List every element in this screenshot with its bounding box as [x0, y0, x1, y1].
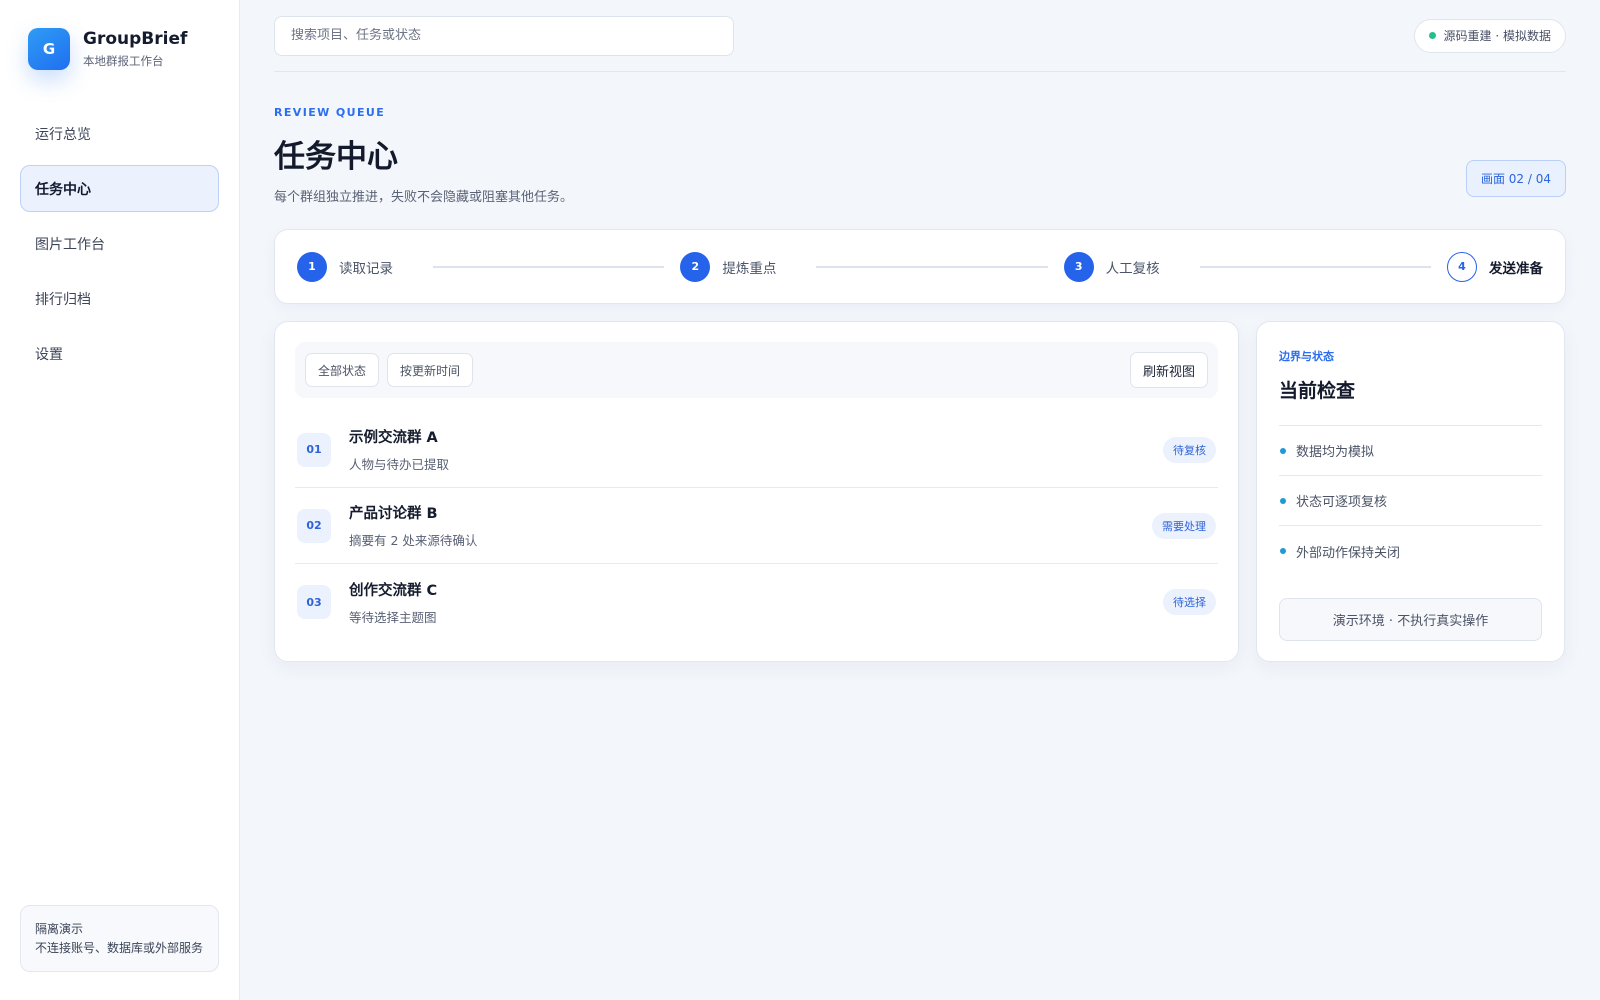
- bullet-dot-icon: [1280, 548, 1286, 554]
- task-subtitle: 等待选择主题图: [349, 609, 437, 625]
- task-subtitle: 摘要有 2 处来源待确认: [349, 533, 478, 548]
- step-connector: [433, 265, 665, 268]
- step-manual-review: 3 人工复核: [1063, 251, 1160, 282]
- sidebar-item-label: 运行总览: [35, 126, 91, 143]
- task-list: 01 示例交流群 A 人物与待办已提取 待复核 02 产品讨论群 B 摘要有 2…: [295, 412, 1218, 640]
- task-text: 产品讨论群 B 摘要有 2 处来源待确认: [349, 502, 1152, 549]
- isolation-notice-text: 不连接账号、数据库或外部服务: [35, 941, 204, 955]
- page-eyebrow: REVIEW QUEUE: [274, 106, 386, 119]
- filter-all-status[interactable]: 全部状态: [305, 353, 380, 387]
- step-label: 提炼重点: [722, 260, 777, 277]
- sidebar-item-label: 图片工作台: [35, 236, 105, 253]
- step-label: 读取记录: [339, 260, 393, 277]
- check-item-label: 外部动作保持关闭: [1296, 545, 1401, 561]
- demo-environment-notice: 演示环境 · 不执行真实操作: [1279, 598, 1542, 641]
- sidebar-item-overview[interactable]: 运行总览: [20, 110, 219, 157]
- task-row[interactable]: 01 示例交流群 A 人物与待办已提取 待复核: [295, 412, 1218, 488]
- step-read-records: 1 读取记录: [297, 251, 393, 282]
- task-index: 03: [297, 585, 331, 619]
- topbar: 源码重建 · 模拟数据: [274, 0, 1566, 72]
- isolation-notice: 隔离演示 不连接账号、数据库或外部服务: [20, 905, 219, 972]
- sidebar-item-image-workbench[interactable]: 图片工作台: [20, 220, 219, 267]
- brand-subtitle: 本地群报工作台: [83, 54, 164, 68]
- page-title: 任务中心: [274, 139, 398, 175]
- sidebar-item-label: 排行归档: [35, 291, 91, 308]
- check-item-label: 状态可逐项复核: [1296, 495, 1388, 510]
- check-item-label: 数据均为模拟: [1296, 445, 1375, 460]
- step-connector: [1199, 265, 1431, 268]
- bullet-dot-icon: [1280, 447, 1286, 454]
- task-text: 创作交流群 C 等待选择主题图: [349, 579, 1163, 626]
- sidebar-item-ranking-archive[interactable]: 排行归档: [20, 275, 219, 322]
- check-item: 状态可逐项复核: [1279, 476, 1542, 526]
- task-status-badge: 待选择: [1163, 589, 1216, 615]
- check-eyebrow: 边界与状态: [1279, 350, 1334, 363]
- queue-filters: 全部状态 按更新时间: [305, 353, 474, 387]
- task-title: 示例交流群 A: [349, 430, 438, 446]
- screen-pager[interactable]: 画面 02 / 04: [1465, 160, 1566, 197]
- queue-toolbar: 全部状态 按更新时间 刷新视图: [295, 342, 1218, 398]
- check-title: 当前检查: [1279, 380, 1356, 402]
- step-number: 2: [680, 251, 711, 282]
- brand-name: GroupBrief: [83, 29, 188, 49]
- task-row[interactable]: 02 产品讨论群 B 摘要有 2 处来源待确认 需要处理: [295, 488, 1218, 564]
- task-title: 创作交流群 C: [349, 582, 438, 599]
- task-row[interactable]: 03 创作交流群 C 等待选择主题图 待选择: [295, 564, 1218, 640]
- bullet-dot-icon: [1280, 497, 1286, 504]
- page-description: 每个群组独立推进，失败不会隐藏或阻塞其他任务。: [274, 190, 574, 205]
- search-box[interactable]: [274, 15, 734, 56]
- current-check-card: 边界与状态 当前检查 数据均为模拟 状态可逐项复核 外部动作保持关闭 演示环境 …: [1256, 321, 1565, 662]
- step-number: 3: [1063, 251, 1094, 282]
- sort-by-update-time[interactable]: 按更新时间: [387, 353, 474, 387]
- task-status-badge: 需要处理: [1152, 512, 1216, 539]
- step-label: 人工复核: [1105, 260, 1160, 277]
- sidebar-item-label: 设置: [35, 346, 63, 363]
- task-title: 产品讨论群 B: [349, 506, 438, 522]
- check-item: 数据均为模拟: [1279, 426, 1542, 476]
- check-item: 外部动作保持关闭: [1279, 526, 1542, 576]
- progress-stepper: 1 读取记录 2 提炼重点 3 人工复核 4 发送准备: [274, 229, 1566, 304]
- refresh-view-button[interactable]: 刷新视图: [1129, 352, 1208, 388]
- content-row: 全部状态 按更新时间 刷新视图 01 示例交流群 A 人物与待办已提取 待复核: [274, 321, 1566, 662]
- isolation-notice-title: 隔离演示: [35, 922, 84, 936]
- check-list: 数据均为模拟 状态可逐项复核 外部动作保持关闭: [1279, 425, 1542, 576]
- task-text: 示例交流群 A 人物与待办已提取: [349, 426, 1163, 473]
- sidebar: G GroupBrief 本地群报工作台 运行总览 任务中心 图片工作台 排行归…: [0, 0, 240, 1000]
- task-queue-card: 全部状态 按更新时间 刷新视图 01 示例交流群 A 人物与待办已提取 待复核: [274, 321, 1239, 662]
- app-root: G GroupBrief 本地群报工作台 运行总览 任务中心 图片工作台 排行归…: [0, 0, 1600, 1000]
- task-index: 02: [297, 508, 331, 543]
- step-number: 1: [297, 251, 327, 282]
- main-content: 源码重建 · 模拟数据 REVIEW QUEUE 任务中心 每个群组独立推进，失…: [240, 0, 1600, 1000]
- task-subtitle: 人物与待办已提取: [349, 457, 450, 472]
- sidebar-nav: 运行总览 任务中心 图片工作台 排行归档 设置: [20, 110, 219, 377]
- step-send-preparation: 4 发送准备: [1446, 251, 1543, 282]
- step-label: 发送准备: [1488, 260, 1543, 277]
- brand-text: GroupBrief 本地群报工作台: [83, 29, 187, 69]
- brand-logo: G: [28, 28, 70, 70]
- status-dot-icon: [1428, 32, 1436, 39]
- status-text: 源码重建 · 模拟数据: [1443, 29, 1551, 43]
- brand: G GroupBrief 本地群报工作台: [28, 28, 219, 70]
- sidebar-item-settings[interactable]: 设置: [20, 330, 219, 377]
- step-connector: [816, 265, 1048, 268]
- step-extract-highlights: 2 提炼重点: [680, 251, 777, 282]
- task-status-badge: 待复核: [1163, 436, 1216, 463]
- sidebar-item-task-center[interactable]: 任务中心: [20, 165, 219, 212]
- status-badge: 源码重建 · 模拟数据: [1413, 18, 1566, 53]
- search-input[interactable]: [291, 28, 717, 43]
- task-index: 01: [297, 432, 331, 467]
- page-header: REVIEW QUEUE 任务中心 每个群组独立推进，失败不会隐藏或阻塞其他任务…: [274, 106, 1566, 205]
- sidebar-item-label: 任务中心: [35, 181, 91, 198]
- step-number: 4: [1446, 251, 1477, 282]
